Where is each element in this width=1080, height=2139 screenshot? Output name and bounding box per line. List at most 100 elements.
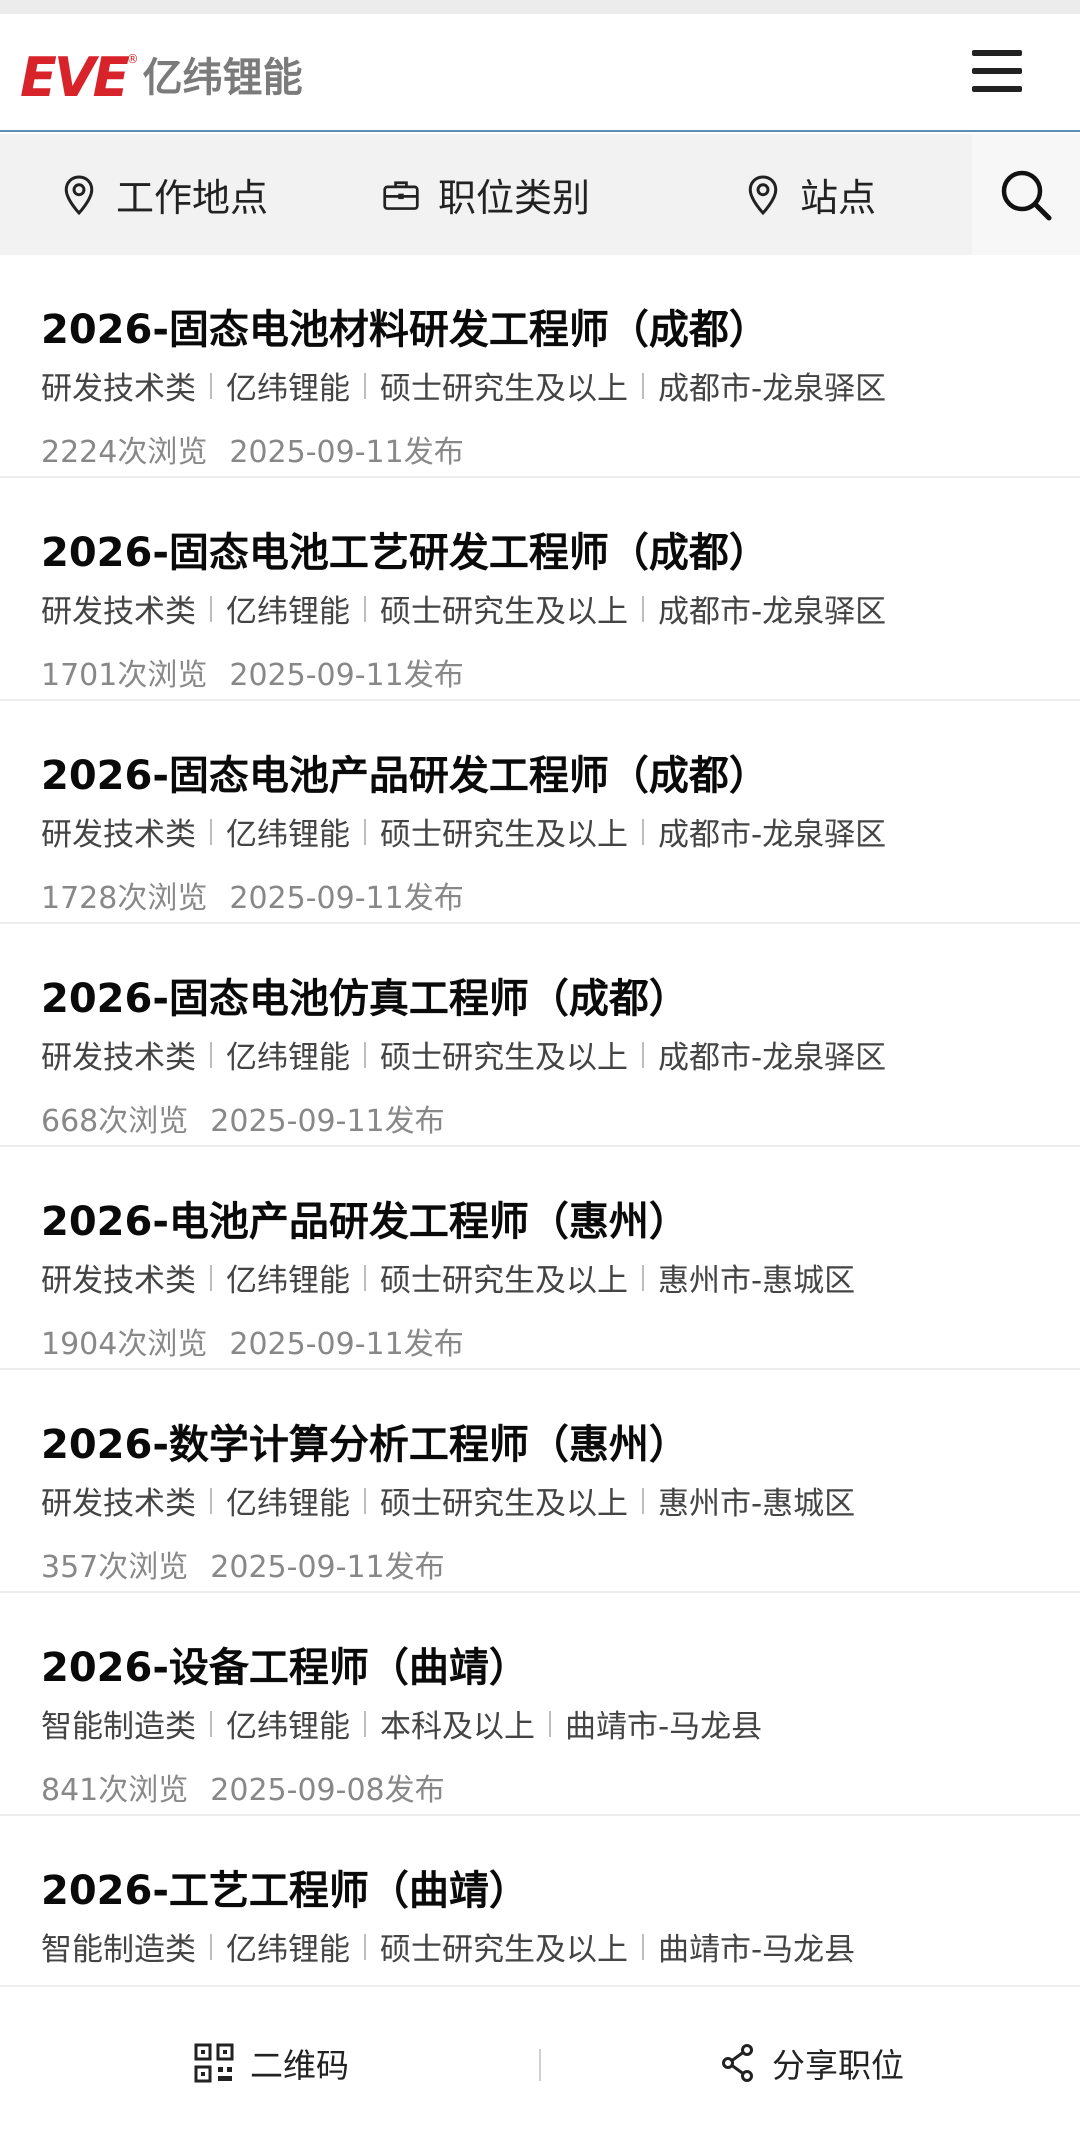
job-category: 研发技术类 (41, 1040, 196, 1076)
search-icon (1001, 170, 1052, 220)
job-list-item[interactable]: 2026-设备工程师（曲靖） 智能制造类 亿纬锂能 本科及以上 曲靖市-马龙县 841次浏… (0, 1593, 1080, 1816)
job-location: 成都市-龙泉驿区 (658, 371, 887, 407)
job-stats: 1728次浏览 2025-09-11发布 (41, 873, 464, 917)
job-views: 668次浏览 (41, 1104, 189, 1139)
job-category: 研发技术类 (41, 1263, 196, 1299)
job-category: 研发技术类 (41, 371, 196, 407)
meta-separator (210, 372, 212, 399)
job-meta: 智能制造类 亿纬锂能 硕士研究生及以上 曲靖市-马龙县 (41, 1924, 855, 1969)
job-views: 1728次浏览 (41, 881, 208, 916)
job-education: 硕士研究生及以上 (380, 594, 628, 630)
job-list-item[interactable]: 2026-固态电池工艺研发工程师（成都） 研发技术类 亿纬锂能 硕士研究生及以上 成都市… (0, 478, 1080, 701)
job-category: 研发技术类 (41, 817, 196, 853)
qr-code-button[interactable]: 二维码 (194, 1987, 349, 2139)
job-company: 亿纬锂能 (226, 1486, 350, 1522)
job-education: 硕士研究生及以上 (380, 817, 628, 853)
job-company: 亿纬锂能 (226, 1709, 350, 1745)
job-title[interactable]: 2026-数学计算分析工程师（惠州） (41, 1412, 689, 1470)
filter-category-label: 职位类别 (438, 176, 591, 220)
bottom-action-bar: 二维码 分享职位 (0, 1985, 1080, 2139)
job-meta: 研发技术类 亿纬锂能 硕士研究生及以上 成都市-龙泉驿区 (41, 586, 886, 631)
bottom-divider (539, 2049, 541, 2081)
meta-separator (210, 1041, 212, 1068)
filter-category-button[interactable]: 职位类别 (382, 134, 590, 255)
briefcase-icon (383, 180, 419, 210)
job-stats: 668次浏览 2025-09-11发布 (41, 1096, 445, 1140)
meta-separator (364, 1487, 366, 1514)
job-title[interactable]: 2026-固态电池工艺研发工程师（成都） (41, 520, 769, 578)
job-stats: 1904次浏览 2025-09-11发布 (41, 1319, 464, 1363)
job-publish-date: 2025-09-11发布 (229, 1327, 464, 1362)
job-list-item[interactable]: 2026-数学计算分析工程师（惠州） 研发技术类 亿纬锂能 硕士研究生及以上 惠州市-惠… (0, 1370, 1080, 1593)
job-list-item[interactable]: 2026-电池产品研发工程师（惠州） 研发技术类 亿纬锂能 硕士研究生及以上 惠州市-惠… (0, 1147, 1080, 1370)
share-job-button[interactable]: 分享职位 (720, 1987, 904, 2139)
filter-site-button[interactable]: 站点 (744, 134, 876, 255)
job-education: 硕士研究生及以上 (380, 1263, 628, 1299)
job-location: 成都市-龙泉驿区 (658, 1040, 887, 1076)
meta-separator (642, 1933, 644, 1960)
job-location: 成都市-龙泉驿区 (658, 817, 887, 853)
job-education: 硕士研究生及以上 (380, 1486, 628, 1522)
logo-registered: ® (126, 52, 139, 66)
app-header: EVE ® 亿纬锂能 (0, 14, 1080, 132)
search-button[interactable] (972, 134, 1080, 255)
job-publish-date: 2025-09-11发布 (229, 435, 464, 470)
job-meta: 智能制造类 亿纬锂能 本科及以上 曲靖市-马龙县 (41, 1701, 762, 1746)
job-meta: 研发技术类 亿纬锂能 硕士研究生及以上 惠州市-惠城区 (41, 1478, 855, 1523)
meta-separator (364, 1264, 366, 1291)
brand-logo[interactable]: EVE ® 亿纬锂能 (20, 48, 303, 108)
job-list-item[interactable]: 2026-固态电池产品研发工程师（成都） 研发技术类 亿纬锂能 硕士研究生及以上 成都市… (0, 701, 1080, 924)
job-meta: 研发技术类 亿纬锂能 硕士研究生及以上 惠州市-惠城区 (41, 1255, 855, 1300)
job-publish-date: 2025-09-08发布 (210, 1773, 445, 1808)
logo-text: 亿纬锂能 (142, 55, 303, 101)
job-stats: 357次浏览 2025-09-11发布 (41, 1542, 445, 1586)
meta-separator (210, 1487, 212, 1514)
job-title[interactable]: 2026-固态电池产品研发工程师（成都） (41, 743, 769, 801)
meta-separator (364, 818, 366, 845)
job-location: 惠州市-惠城区 (658, 1263, 856, 1299)
filter-location-label: 工作地点 (116, 176, 269, 220)
meta-separator (642, 595, 644, 622)
meta-separator (364, 1710, 366, 1737)
meta-separator (210, 1710, 212, 1737)
meta-separator (549, 1710, 551, 1737)
job-company: 亿纬锂能 (226, 817, 350, 853)
job-list-item[interactable]: 2026-固态电池材料研发工程师（成都） 研发技术类 亿纬锂能 硕士研究生及以上 成都市… (0, 255, 1080, 478)
job-views: 1701次浏览 (41, 658, 208, 693)
job-title[interactable]: 2026-固态电池仿真工程师（成都） (41, 966, 689, 1024)
job-education: 硕士研究生及以上 (380, 1932, 628, 1968)
meta-separator (642, 372, 644, 399)
meta-separator (642, 1041, 644, 1068)
status-strip (0, 0, 1080, 14)
meta-separator (642, 1487, 644, 1514)
job-title[interactable]: 2026-工艺工程师（曲靖） (41, 1858, 529, 1916)
filter-site-label: 站点 (800, 176, 877, 220)
job-title[interactable]: 2026-固态电池材料研发工程师（成都） (41, 297, 769, 355)
job-category: 研发技术类 (41, 594, 196, 630)
job-education: 本科及以上 (380, 1709, 535, 1745)
job-meta: 研发技术类 亿纬锂能 硕士研究生及以上 成都市-龙泉驿区 (41, 363, 886, 408)
job-list: 2026-固态电池材料研发工程师（成都） 研发技术类 亿纬锂能 硕士研究生及以上 成都市… (0, 255, 1080, 2039)
job-views: 357次浏览 (41, 1550, 189, 1585)
meta-separator (642, 1264, 644, 1291)
job-company: 亿纬锂能 (226, 1932, 350, 1968)
menu-icon[interactable] (972, 48, 1026, 94)
job-title[interactable]: 2026-电池产品研发工程师（惠州） (41, 1189, 689, 1247)
share-icon (722, 2044, 753, 2082)
meta-separator (364, 595, 366, 622)
location-pin-icon (64, 174, 94, 215)
meta-separator (210, 818, 212, 845)
share-job-label: 分享职位 (772, 2046, 904, 2085)
qr-code-label: 二维码 (250, 2046, 349, 2085)
job-list-item[interactable]: 2026-固态电池仿真工程师（成都） 研发技术类 亿纬锂能 硕士研究生及以上 成都市-龙… (0, 924, 1080, 1147)
meta-separator (364, 1933, 366, 1960)
job-category: 智能制造类 (41, 1932, 196, 1968)
meta-separator (364, 1041, 366, 1068)
job-location: 曲靖市-马龙县 (565, 1709, 763, 1745)
filter-location-button[interactable]: 工作地点 (60, 134, 268, 255)
job-category: 智能制造类 (41, 1709, 196, 1745)
job-stats: 2224次浏览 2025-09-11发布 (41, 427, 464, 471)
job-title[interactable]: 2026-设备工程师（曲靖） (41, 1635, 529, 1693)
job-category: 研发技术类 (41, 1486, 196, 1522)
job-views: 1904次浏览 (41, 1327, 208, 1362)
